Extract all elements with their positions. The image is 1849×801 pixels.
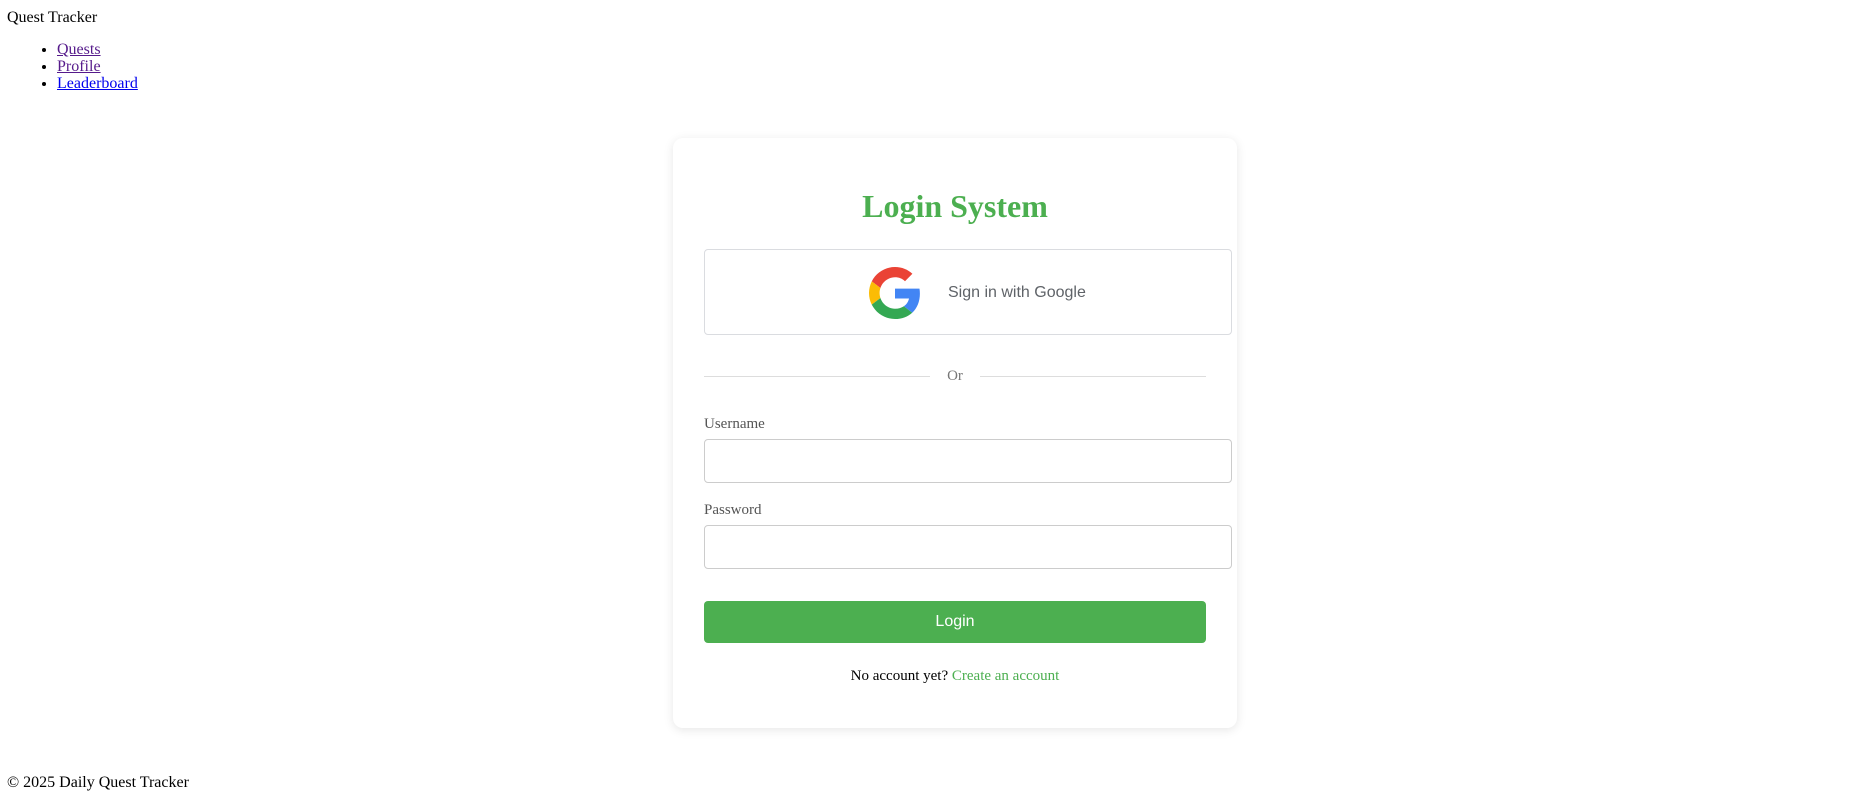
signup-prompt-row: No account yet? Create an account (0, 667, 1849, 685)
username-label: Username (704, 416, 765, 432)
google-signin-button[interactable]: Sign in with Google (704, 249, 1232, 335)
footer-copyright: © 2025 Daily Quest Tracker (7, 774, 189, 791)
divider-or-text: Or (947, 368, 963, 384)
create-account-link[interactable]: Create an account (952, 668, 1059, 684)
nav-item-leaderboard: Leaderboard (57, 75, 138, 92)
nav-link-quests[interactable]: Quests (57, 41, 101, 58)
password-input[interactable] (704, 525, 1232, 569)
divider-line-right (980, 376, 1206, 377)
password-label: Password (704, 502, 762, 518)
nav-item-profile: Profile (57, 58, 138, 75)
main-nav: Quests Profile Leaderboard (0, 41, 138, 92)
nav-item-quests: Quests (57, 41, 138, 58)
google-signin-label: Sign in with Google (948, 284, 1086, 301)
nav-link-leaderboard[interactable]: Leaderboard (57, 75, 138, 92)
username-input[interactable] (704, 439, 1232, 483)
google-g-logo-icon (869, 267, 920, 319)
app-title: Quest Tracker (7, 9, 98, 26)
divider-line-left (704, 376, 930, 377)
login-button[interactable]: Login (704, 601, 1206, 643)
signup-prompt-text: No account yet? (850, 668, 949, 684)
login-title: Login System (862, 188, 1048, 224)
nav-link-profile[interactable]: Profile (57, 58, 101, 75)
